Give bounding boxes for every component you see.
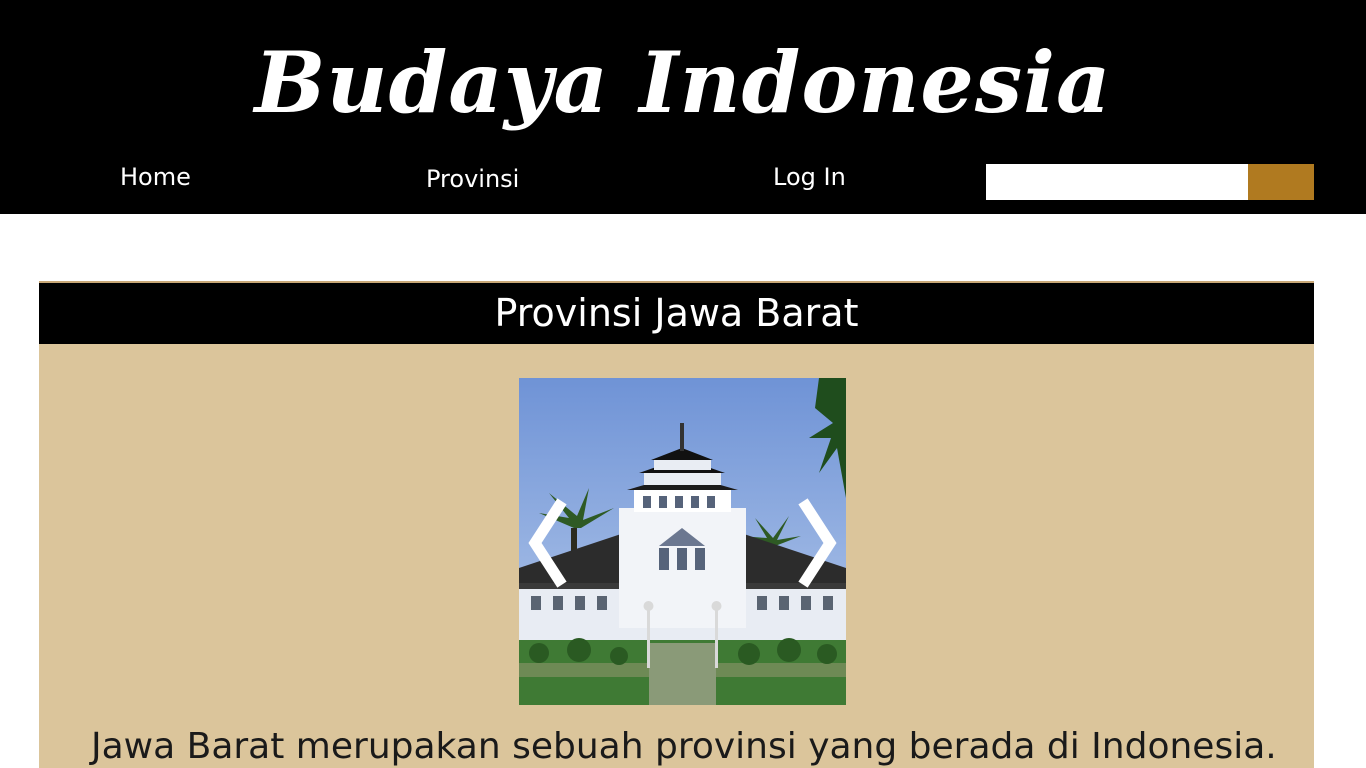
panel-header: Provinsi Jawa Barat — [39, 281, 1314, 344]
nav-provinsi-link[interactable]: Provinsi — [426, 164, 519, 194]
province-panel: Provinsi Jawa Barat Jawa Barat merupakan… — [39, 281, 1314, 768]
nav-login-link[interactable]: Log In — [773, 162, 846, 192]
chevron-right-icon[interactable] — [792, 498, 842, 588]
province-description: Jawa Barat merupakan sebuah provinsi yan… — [91, 726, 1277, 767]
chevron-left-icon[interactable] — [523, 498, 573, 588]
nav-home-link[interactable]: Home — [120, 162, 191, 192]
site-title: Budaya Indonesia — [254, 33, 1112, 132]
search-input[interactable] — [986, 164, 1248, 200]
search-button[interactable] — [1248, 164, 1314, 200]
site-header: Budaya Indonesia Home Provinsi Log In — [0, 0, 1366, 214]
image-slider — [519, 378, 846, 705]
page-title: Provinsi Jawa Barat — [494, 291, 859, 335]
